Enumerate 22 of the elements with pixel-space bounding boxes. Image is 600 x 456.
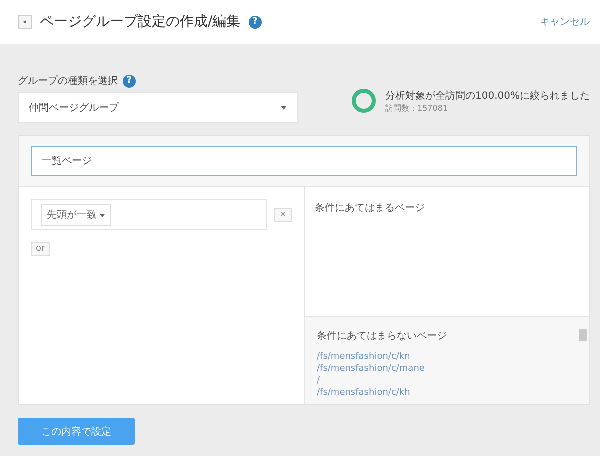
- help-icon[interactable]: ?: [248, 16, 262, 28]
- page-link[interactable]: /: [317, 375, 577, 387]
- caret-icon: [100, 214, 106, 218]
- matching-title: 条件にあてはまるページ: [315, 202, 426, 215]
- group-type-select[interactable]: 仲間ページグループ: [18, 92, 298, 123]
- non-matching-title: 条件にあてはまらないページ: [317, 330, 448, 343]
- help-icon[interactable]: ?: [123, 74, 136, 88]
- page-link[interactable]: /fs/mensfashion/c/kn: [317, 351, 577, 363]
- progress-ring: [352, 89, 376, 113]
- cancel-link[interactable]: キャンセル: [540, 15, 590, 29]
- page-link[interactable]: /fs/mensfashion/c/kh: [317, 387, 577, 399]
- caret-icon: [281, 106, 287, 110]
- group-type-label: グループの種類を選択: [18, 74, 118, 88]
- page-title: ページグループ設定の作成/編集: [40, 13, 241, 31]
- visit-count: 訪問数：157081: [386, 102, 450, 114]
- summary-message: 分析対象が全訪問の100.00%に絞られました: [386, 90, 590, 102]
- group-name-input[interactable]: 一覧ページ: [31, 146, 577, 176]
- page-link[interactable]: /fs/mensfashion/c/mane: [317, 363, 577, 375]
- match-type-dropdown[interactable]: 先頭が一致: [41, 204, 112, 226]
- submit-button[interactable]: この内容で設定: [18, 418, 135, 445]
- or-button[interactable]: or: [31, 242, 50, 256]
- remove-button[interactable]: ×: [274, 208, 292, 222]
